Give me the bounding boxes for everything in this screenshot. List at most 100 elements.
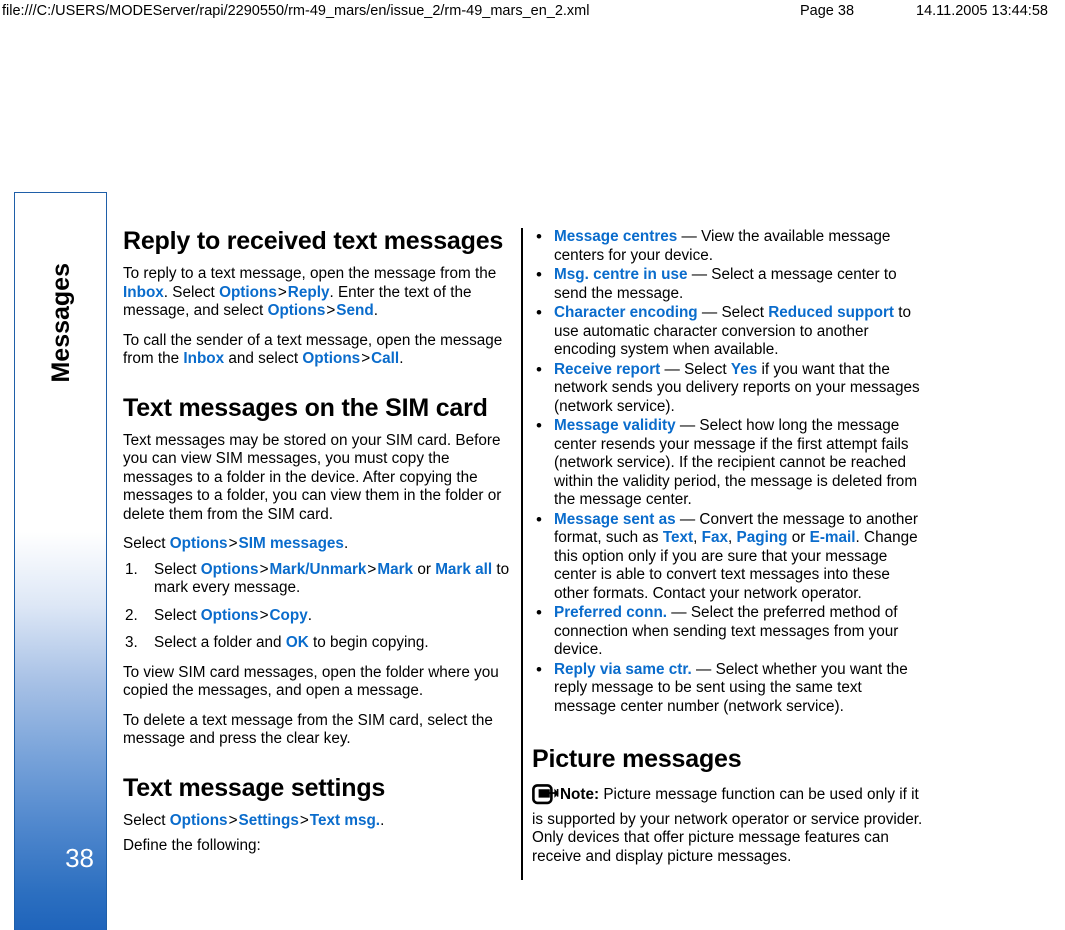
- numbered-steps-list: 1. Select Options>Mark/Unmark>Mark or Mar…: [123, 561, 511, 653]
- link-reply: Reply: [287, 283, 330, 301]
- paragraph-view-sim-messages: To view SIM card messages, open the fold…: [123, 663, 499, 700]
- separator-gt: >: [228, 811, 238, 829]
- heading-text-messages-on-the-sim-card: Text messages on the SIM card: [123, 393, 488, 422]
- list-item: • Msg. centre in use — Select a message c…: [532, 265, 927, 303]
- link-options: Options: [267, 302, 326, 319]
- print-header-url: file:///C:/USERS/MODEServer/rapi/2290550…: [2, 3, 590, 19]
- list-item: 2. Select Options>Copy.: [123, 607, 511, 626]
- link-options: Options: [200, 606, 259, 624]
- print-header: file:///C:/USERS/MODEServer/rapi/2290550…: [0, 0, 1065, 22]
- link-options: Options: [219, 283, 277, 301]
- separator-gt: >: [259, 560, 269, 578]
- link-copy: Copy: [269, 606, 308, 624]
- em-dash: —: [675, 510, 700, 528]
- left-column: Reply to received text messages To reply…: [123, 228, 511, 867]
- link-options: Options: [169, 811, 228, 829]
- text-fragment: Select: [123, 811, 170, 829]
- text-fragment: or: [413, 560, 436, 578]
- setting-term-message-validity: Message validity: [554, 417, 676, 434]
- text-fragment: Select: [123, 535, 170, 552]
- text-fragment: . Select: [163, 283, 220, 301]
- list-item: 1. Select Options>Mark/Unmark>Mark or Mar…: [123, 561, 511, 598]
- bullet-icon: •: [536, 359, 542, 379]
- text-fragment: Select a folder and: [154, 634, 286, 651]
- setting-term-reply-via-same-ctr: Reply via same ctr.: [554, 660, 692, 678]
- paragraph-delete-sim-message: To delete a text message from the SIM ca…: [123, 711, 493, 748]
- setting-term-preferred-conn: Preferred conn.: [554, 604, 668, 621]
- paragraph-call-sender: To call the sender of a text message, op…: [123, 332, 511, 369]
- link-text-msg: Text msg.: [309, 811, 381, 829]
- link-mark-all: Mark all: [435, 560, 493, 578]
- paragraph-select-sim-messages: Select Options>SIM messages.: [123, 535, 511, 554]
- page-number: 38: [65, 843, 94, 873]
- list-item: • Message sent as — Convert the message t…: [532, 509, 927, 604]
- setting-term-message-sent-as: Message sent as: [554, 510, 676, 528]
- link-options: Options: [200, 560, 259, 578]
- list-item: • Message centres — View the available me…: [532, 227, 927, 265]
- bullet-icon: •: [536, 416, 542, 435]
- link-paging: Paging: [736, 529, 788, 546]
- link-settings: Settings: [238, 811, 299, 829]
- list-item: • Reply via same ctr. — Select whether yo…: [532, 660, 927, 717]
- link-inbox: Inbox: [123, 283, 164, 301]
- paragraph-define-the-following: Define the following:: [123, 837, 261, 854]
- separator-gt: >: [367, 560, 377, 578]
- separator-gt: >: [361, 350, 371, 367]
- bullet-icon: •: [536, 509, 542, 529]
- bullet-icon: •: [536, 603, 542, 622]
- text-fragment: and select: [224, 350, 303, 367]
- list-item: • Message validity — Select how long the …: [532, 416, 927, 510]
- chapter-label-text: Messages: [47, 263, 75, 383]
- text-fragment: ,: [693, 529, 702, 546]
- em-dash: —: [660, 360, 685, 378]
- bullet-icon: •: [536, 227, 542, 246]
- settings-bullet-list: • Message centres — View the available me…: [532, 227, 927, 717]
- link-inbox: Inbox: [183, 350, 225, 367]
- paragraph-reply-instructions: To reply to a text message, open the mes…: [123, 265, 511, 321]
- chapter-label: Messages: [15, 193, 106, 453]
- setting-term-character-encoding: Character encoding: [554, 304, 698, 321]
- step-number: 2.: [125, 606, 138, 624]
- paragraph-select-settings-text-msg: Select Options>Settings>Text msg..: [123, 812, 511, 831]
- heading-reply-to-received-text-messages: Reply to received text messages: [123, 227, 504, 255]
- separator-gt: >: [228, 535, 238, 552]
- link-ok: OK: [285, 634, 309, 651]
- link-sim-messages: SIM messages: [238, 535, 344, 552]
- text-fragment: ,: [728, 529, 737, 546]
- em-dash: —: [687, 266, 712, 283]
- text-fragment: Select: [154, 560, 201, 578]
- separator-gt: >: [326, 302, 336, 319]
- text-fragment: Select: [721, 304, 769, 321]
- chapter-side-tab: Messages 38: [14, 192, 107, 930]
- separator-gt: >: [259, 606, 269, 624]
- setting-term-msg-centre-in-use: Msg. centre in use: [554, 266, 688, 283]
- column-divider: [521, 228, 523, 880]
- text-fragment: .: [399, 350, 404, 367]
- text-fragment: To reply to a text message, open the mes…: [123, 265, 497, 282]
- setting-term-receive-report: Receive report: [554, 360, 661, 378]
- link-text: Text: [662, 529, 694, 546]
- list-item: • Receive report — Select Yes if you want…: [532, 359, 927, 417]
- bullet-icon: •: [536, 303, 542, 322]
- list-item: 3. Select a folder and OK to begin copyin…: [123, 634, 511, 653]
- text-fragment: .: [373, 302, 378, 319]
- em-dash: —: [667, 604, 691, 621]
- list-item: • Preferred conn. — Select the preferred …: [532, 603, 927, 660]
- link-email: E-mail: [809, 529, 856, 546]
- em-dash: —: [675, 417, 700, 434]
- text-fragment: .: [380, 811, 385, 829]
- link-fax: Fax: [701, 529, 729, 546]
- list-item: • Character encoding — Select Reduced sup…: [532, 303, 927, 360]
- text-fragment: to begin copying.: [308, 634, 429, 651]
- text-fragment: .: [343, 535, 349, 552]
- text-fragment: Select: [684, 360, 731, 378]
- note-icon: [532, 784, 559, 811]
- note-label: Note:: [560, 786, 600, 803]
- link-options: Options: [302, 350, 361, 367]
- step-number: 1.: [125, 560, 138, 578]
- em-dash: —: [691, 660, 716, 678]
- setting-term-message-centres: Message centres: [554, 228, 678, 245]
- heading-picture-messages: Picture messages: [532, 745, 742, 773]
- link-send: Send: [336, 302, 374, 319]
- em-dash: —: [697, 304, 722, 321]
